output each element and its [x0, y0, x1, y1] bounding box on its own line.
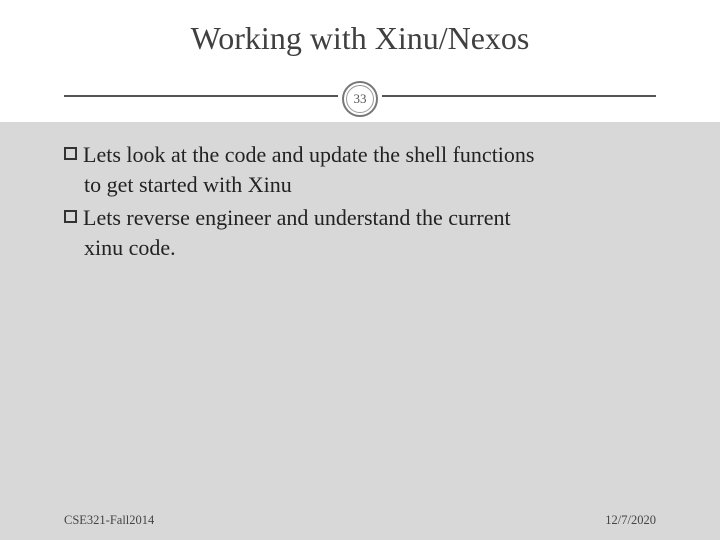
footer-right: 12/7/2020 [605, 513, 656, 528]
slide-title: Working with Xinu/Nexos [0, 20, 720, 57]
header-region: Working with Xinu/Nexos 33 [0, 0, 720, 122]
bullet-text: Lets look at the code and update the she… [83, 140, 534, 170]
body-region: Lets look at the code and update the she… [0, 122, 720, 540]
slide-number-ring-outer: 33 [342, 81, 378, 117]
bullet-continuation: xinu code. [84, 233, 656, 263]
bullet-item: Lets look at the code and update the she… [64, 140, 656, 199]
bullet-item: Lets reverse engineer and understand the… [64, 203, 656, 262]
footer: CSE321-Fall2014 12/7/2020 [0, 510, 720, 540]
square-bullet-icon [64, 210, 77, 223]
slide: Working with Xinu/Nexos 33 Lets look at … [0, 0, 720, 540]
footer-left: CSE321-Fall2014 [64, 513, 154, 528]
square-bullet-icon [64, 147, 77, 160]
slide-number-badge: 33 [338, 77, 382, 121]
bullet-text: Lets reverse engineer and understand the… [83, 203, 511, 233]
bullet-continuation: to get started with Xinu [84, 170, 656, 200]
slide-number: 33 [346, 85, 374, 113]
